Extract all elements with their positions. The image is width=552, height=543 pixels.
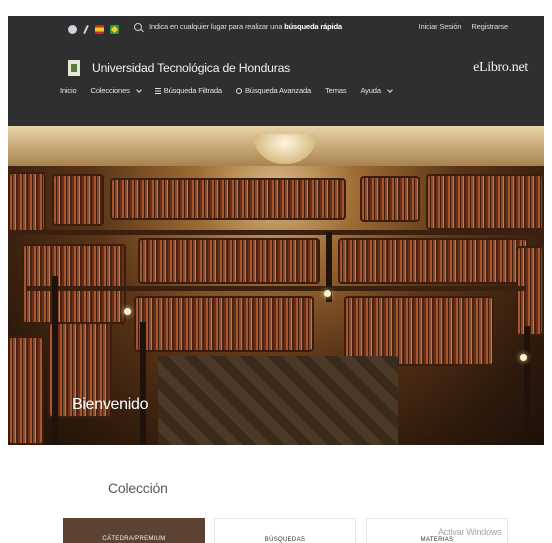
chevron-down-icon [135,86,142,93]
hero-banner: Bienvenido [8,126,544,445]
nav-advanced-search-label: Búsqueda Avanzada [244,86,312,95]
gallery-railing [26,286,526,291]
lamp-image [124,308,131,315]
globe-icon[interactable] [68,25,77,34]
brazil-flag-icon[interactable] [110,25,119,34]
utility-bar: Indica en cualquier lugar para realizar … [8,16,544,44]
nav-filtered-search-label: Búsqueda Filtrada [163,86,222,95]
spain-flag-icon[interactable] [95,25,104,34]
gallery-railing [8,230,544,235]
reading-room-floor [158,356,398,445]
nav-advanced-search[interactable]: Búsqueda Avanzada [235,86,312,95]
search-prompt-bold: búsqueda rápida [284,22,342,31]
bookshelf-image [110,178,346,220]
elibro-logo[interactable]: eLibro.net [473,60,528,76]
bookshelf-image [138,238,320,284]
column-image [52,276,58,445]
nav-help-label: Ayuda [360,86,381,95]
bookshelf-image [426,174,544,230]
nav-collections[interactable]: Colecciones [90,86,142,95]
collection-card[interactable]: BÚSQUEDAS [214,518,356,543]
nav-home-label: Inicio [60,86,77,95]
auth-links: Iniciar Sesión Registrarse [419,22,509,31]
bookshelf-image [516,246,544,336]
bookshelf-image [22,244,126,324]
column-image [140,322,146,445]
chevron-down-icon [387,86,393,93]
column-image [524,326,530,445]
login-link[interactable]: Iniciar Sesión [419,22,462,31]
main-nav: Inicio Colecciones Búsqueda Filtrada Bús… [60,86,406,95]
card-label: CÁTEDRA/PREMIUM [102,536,166,542]
collection-card[interactable]: CÁTEDRA/PREMIUM [63,518,205,543]
quick-search-prompt[interactable]: Indica en cualquier lugar para realizar … [149,22,342,31]
collection-heading: Colección [108,480,168,496]
bookshelf-image [52,174,104,226]
bookshelf-image [8,172,46,232]
bookshelf-image [360,176,420,222]
nav-help[interactable]: Ayuda [360,86,393,95]
lamp-image [520,354,527,361]
bookshelf-image [134,296,314,352]
search-icon[interactable] [134,23,144,33]
activation-watermark: Activar Windows [438,527,502,537]
nav-topics-label: Temas [325,86,347,95]
nav-topics[interactable]: Temas [325,86,347,95]
top-header: Indica en cualquier lugar para realizar … [8,16,544,126]
bookshelf-image [338,238,528,284]
nav-collections-label: Colecciones [90,86,130,95]
search-prompt-prefix: Indica en cualquier lugar para realizar … [149,22,285,31]
welcome-heading: Bienvenido [72,396,149,413]
card-label: MATERIAS [420,537,454,543]
brand-bar: Universidad Tecnológica de Honduras eLib… [8,56,544,86]
nav-filtered-search[interactable]: Búsqueda Filtrada [154,86,222,95]
pen-icon[interactable] [83,25,89,34]
university-logo[interactable] [68,60,80,76]
nav-home[interactable]: Inicio [60,86,77,95]
lamp-image [324,290,331,297]
bookshelf-image [8,336,44,445]
language-icons [68,25,119,34]
register-link[interactable]: Registrarse [471,22,508,31]
card-label: BÚSQUEDAS [264,537,306,543]
search-icon [235,87,242,94]
university-name[interactable]: Universidad Tecnológica de Honduras [92,61,290,75]
filter-icon [154,87,161,94]
